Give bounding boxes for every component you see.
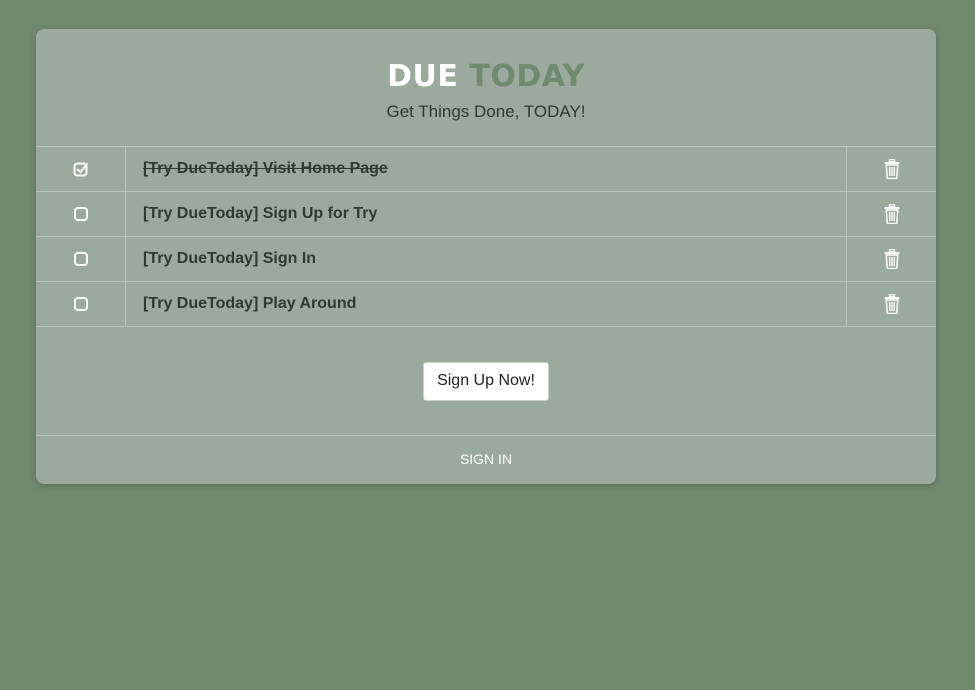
checkbox-checked-icon [73,162,88,177]
app-subtitle: Get Things Done, TODAY! [386,102,586,121]
todo-checkbox[interactable] [36,282,126,326]
checkbox-unchecked-icon [73,252,88,266]
title-today: TODAY [469,59,585,94]
todo-checkbox[interactable] [36,147,126,191]
trash-icon [884,159,899,179]
todo-text[interactable]: [Try DueToday] Sign In [126,237,846,281]
todo-list: [Try DueToday] Visit Home Page [Try DueT… [36,147,936,327]
todo-row: [Try DueToday] Play Around [36,282,936,327]
title-due: DUE [387,59,459,94]
checkbox-unchecked-icon [73,207,88,221]
delete-button[interactable] [846,237,936,281]
delete-button[interactable] [846,147,936,191]
sign-up-button[interactable]: Sign Up Now! [423,361,549,401]
delete-button[interactable] [846,282,936,326]
trash-icon [884,294,899,314]
todo-row: [Try DueToday] Sign In [36,237,936,282]
card-header: DUE TODAY Get Things Done, TODAY! [36,29,936,147]
checkbox-unchecked-icon [73,297,88,311]
trash-icon [884,249,899,269]
todo-text[interactable]: [Try DueToday] Play Around [126,282,846,326]
card-footer: SIGN IN [36,436,936,482]
todo-text[interactable]: [Try DueToday] Visit Home Page [126,147,846,191]
app-title: DUE TODAY [36,29,936,95]
cta-section: Sign Up Now! [36,327,936,436]
todo-checkbox[interactable] [36,192,126,236]
trash-icon [884,204,899,224]
todo-text[interactable]: [Try DueToday] Sign Up for Try [126,192,846,236]
todo-checkbox[interactable] [36,237,126,281]
todo-row: [Try DueToday] Visit Home Page [36,147,936,192]
todo-card: DUE TODAY Get Things Done, TODAY! [Try D… [36,29,936,484]
delete-button[interactable] [846,192,936,236]
todo-row: [Try DueToday] Sign Up for Try [36,192,936,237]
sign-in-link[interactable]: SIGN IN [460,451,512,467]
